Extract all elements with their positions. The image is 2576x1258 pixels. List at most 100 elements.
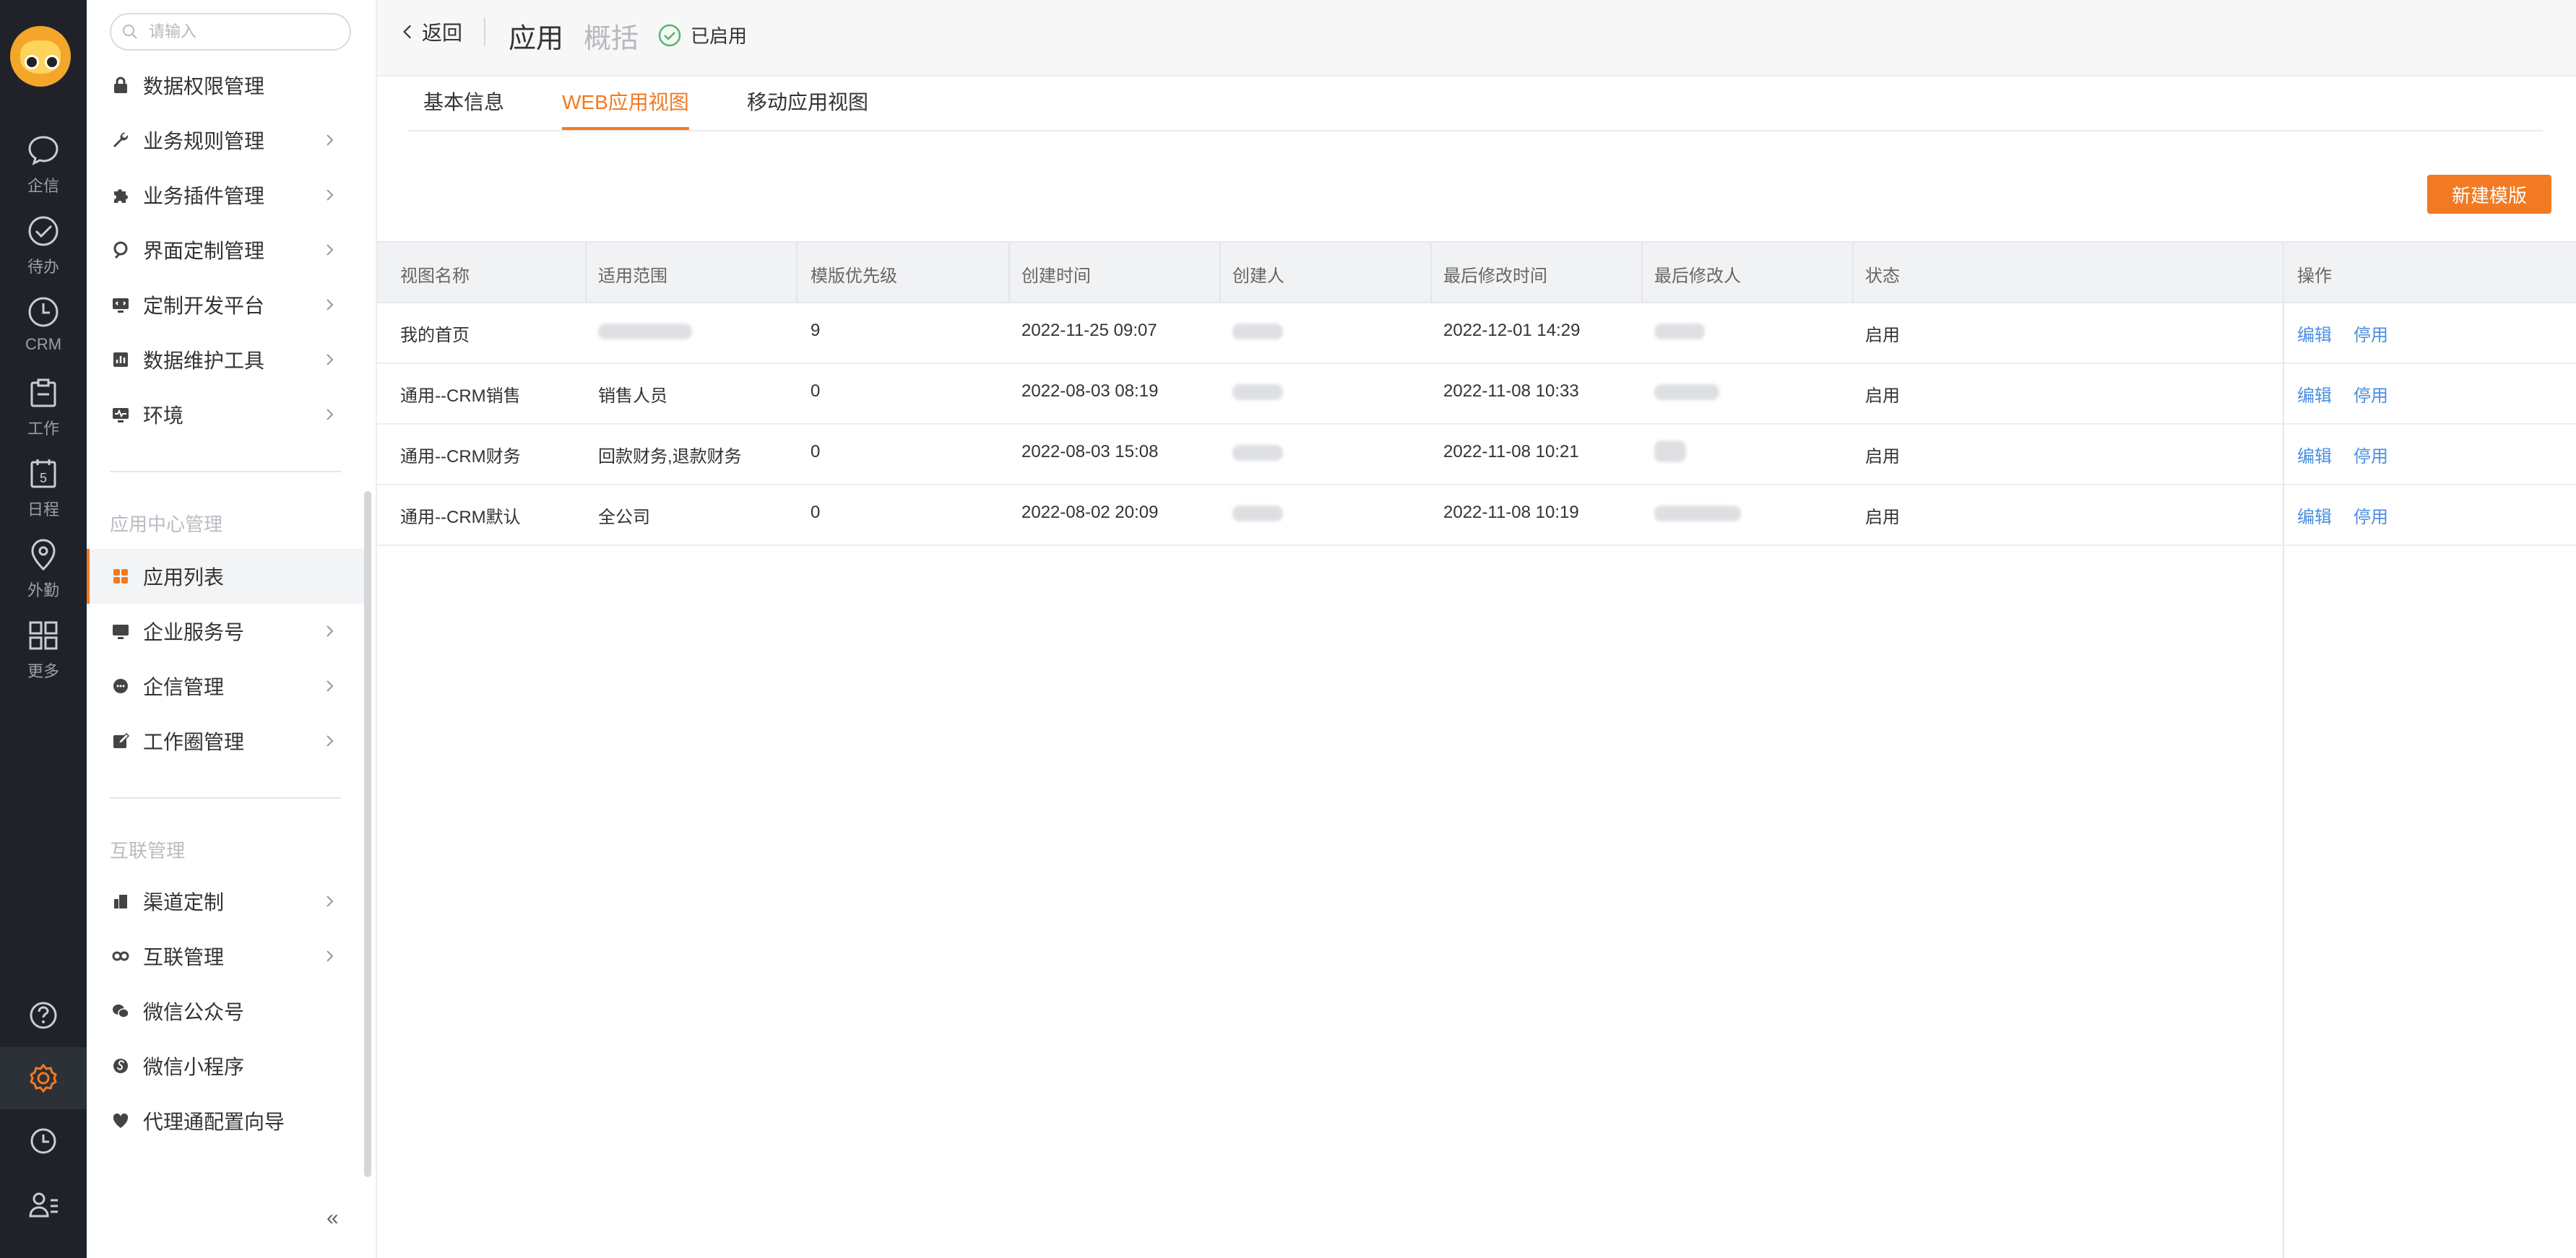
page-subtitle[interactable]: 概括: [584, 16, 639, 56]
cell-status: 启用: [1865, 326, 1900, 345]
tab-web-view[interactable]: WEB应用视图: [562, 87, 689, 130]
cell-created-time: 2022-08-03 15:08: [1021, 442, 1159, 461]
search-input[interactable]: [147, 22, 338, 42]
table-row[interactable]: 我的首页 9 2022-11-25 09:07 2022-12-01 14:29…: [377, 302, 2576, 364]
column-header: 状态: [1865, 266, 1900, 286]
sidebar-item-work-circle[interactable]: 工作圈管理: [87, 713, 361, 768]
calendar-badge: 5: [40, 471, 47, 485]
column-header: 视图名称: [400, 266, 470, 286]
sidebar-item-data-permission[interactable]: 数据权限管理: [87, 58, 361, 113]
chevron-left-icon: [403, 25, 412, 39]
rail-settings[interactable]: [0, 1047, 87, 1109]
sidebar-item-wechat-official[interactable]: 微信公众号: [87, 984, 361, 1038]
sidebar-item-label: 应用列表: [143, 566, 225, 589]
rail-item-more[interactable]: 更多: [0, 617, 87, 689]
edit-link[interactable]: 编辑: [2297, 321, 2332, 346]
rail-item-field[interactable]: 外勤: [0, 536, 87, 608]
avatar[interactable]: [10, 26, 71, 87]
sidebar-item-dev-platform[interactable]: 定制开发平台: [87, 277, 361, 332]
sidebar-item-wechat-mini[interactable]: 微信小程序: [87, 1038, 361, 1093]
column-header: 操作: [2297, 266, 2332, 286]
column-divider[interactable]: [1641, 243, 1643, 302]
rail-item-schedule[interactable]: 5 日程: [0, 455, 87, 527]
sidebar-item-proxy-wizard[interactable]: 代理通配置向导: [87, 1093, 361, 1148]
chevron-right-icon: [327, 354, 334, 365]
sidebar-item-messaging[interactable]: 企信管理: [87, 659, 361, 713]
column-header: 模版优先级: [811, 266, 897, 286]
table-row[interactable]: 通用--CRM销售 销售人员 0 2022-08-03 08:19 2022-1…: [377, 363, 2576, 425]
edit-link[interactable]: 编辑: [2297, 442, 2332, 467]
cell-priority: 0: [811, 442, 821, 461]
sidebar-item-label: 企业服务号: [143, 621, 245, 643]
status-badge: 已启用: [657, 22, 747, 48]
sidebar-item-business-plugins[interactable]: 业务插件管理: [87, 168, 361, 222]
status-text: 已启用: [691, 25, 748, 47]
cell-priority: 0: [811, 503, 821, 522]
column-divider[interactable]: [585, 243, 587, 302]
sidebar-item-data-tools[interactable]: 数据维护工具: [87, 332, 361, 387]
back-label: 返回: [422, 22, 463, 44]
column-divider[interactable]: [1852, 243, 1854, 302]
building-icon: [110, 890, 131, 912]
sidebar-scrollbar[interactable]: [364, 491, 371, 1177]
chevron-right-icon: [327, 299, 334, 311]
sidebar-divider: [110, 471, 341, 472]
sidebar-search[interactable]: [110, 13, 351, 51]
cell-status: 启用: [1865, 508, 1900, 527]
tab-basic-info[interactable]: 基本信息: [423, 87, 504, 130]
chevron-right-icon: [327, 735, 334, 747]
chat-bubble-icon: [28, 136, 59, 165]
sidebar-item-business-rules[interactable]: 业务规则管理: [87, 113, 361, 168]
rail-item-chat[interactable]: 企信: [0, 131, 87, 204]
sidebar-item-interconnect[interactable]: 互联管理: [87, 929, 361, 984]
lock-icon: [110, 74, 131, 96]
new-template-button[interactable]: 新建模版: [2427, 175, 2551, 214]
tab-mobile-view[interactable]: 移动应用视图: [747, 87, 868, 130]
chevron-right-icon: [327, 134, 334, 146]
table-row[interactable]: 通用--CRM默认 全公司 0 2022-08-02 20:09 2022-11…: [377, 484, 2576, 546]
sidebar-item-app-list[interactable]: 应用列表: [87, 549, 364, 604]
cell-scope: 全公司: [598, 508, 650, 527]
back-button[interactable]: 返回: [399, 16, 462, 48]
sidebar-item-ui-customize[interactable]: 界面定制管理: [87, 222, 361, 277]
monitor-code-icon: [110, 294, 131, 316]
sidebar-item-label: 代理通配置向导: [143, 1111, 285, 1133]
disable-link[interactable]: 停用: [2354, 321, 2388, 346]
history-icon: [30, 1128, 56, 1154]
edit-link[interactable]: 编辑: [2297, 381, 2332, 407]
disable-link[interactable]: 停用: [2354, 381, 2388, 407]
cell-created-time: 2022-11-25 09:07: [1021, 321, 1157, 340]
sidebar-item-label: 数据权限管理: [143, 75, 265, 97]
edit-link[interactable]: 编辑: [2297, 503, 2332, 528]
rail-item-crm[interactable]: CRM: [0, 293, 87, 365]
column-divider[interactable]: [1219, 243, 1221, 302]
column-divider[interactable]: [1008, 243, 1010, 302]
column-divider[interactable]: [796, 243, 798, 302]
rail-item-work[interactable]: 工作: [0, 374, 87, 446]
main-content: 返回 应用 概括 已启用 基本信息 WEB应用视图 移动应用视图 新建模版 视图…: [377, 0, 2576, 1258]
disable-link[interactable]: 停用: [2354, 442, 2388, 467]
section-title-interconnect: 互联管理: [110, 840, 186, 862]
rail-label: 工作: [27, 420, 59, 438]
rail-history[interactable]: [0, 1122, 87, 1166]
avatar-eye: [45, 55, 59, 69]
redacted-modifier: [1654, 441, 1686, 462]
sidebar-item-channel[interactable]: 渠道定制: [87, 874, 361, 929]
table-row[interactable]: 通用--CRM财务 回款财务,退款财务 0 2022-08-03 15:08 2…: [377, 423, 2576, 485]
sidebar-item-environment[interactable]: 环境: [87, 387, 361, 442]
cell-priority: 9: [811, 321, 821, 340]
search-icon: [123, 25, 137, 39]
column-divider[interactable]: [1430, 243, 1432, 302]
redacted-creator: [1232, 324, 1283, 339]
cell-modified-time: 2022-11-08 10:19: [1443, 503, 1579, 522]
sidebar-item-service-account[interactable]: 企业服务号: [87, 604, 361, 659]
rail-user-list[interactable]: [0, 1186, 87, 1229]
chevron-right-icon: [327, 189, 334, 201]
rail-item-todo[interactable]: 待办: [0, 212, 87, 285]
disable-link[interactable]: 停用: [2354, 503, 2388, 528]
redacted-modifier: [1654, 324, 1705, 339]
redacted-scope: [598, 324, 692, 339]
sidebar-collapse-button[interactable]: «: [327, 1207, 348, 1229]
rail-help[interactable]: [0, 997, 87, 1040]
sidebar-item-label: 环境: [143, 404, 184, 427]
